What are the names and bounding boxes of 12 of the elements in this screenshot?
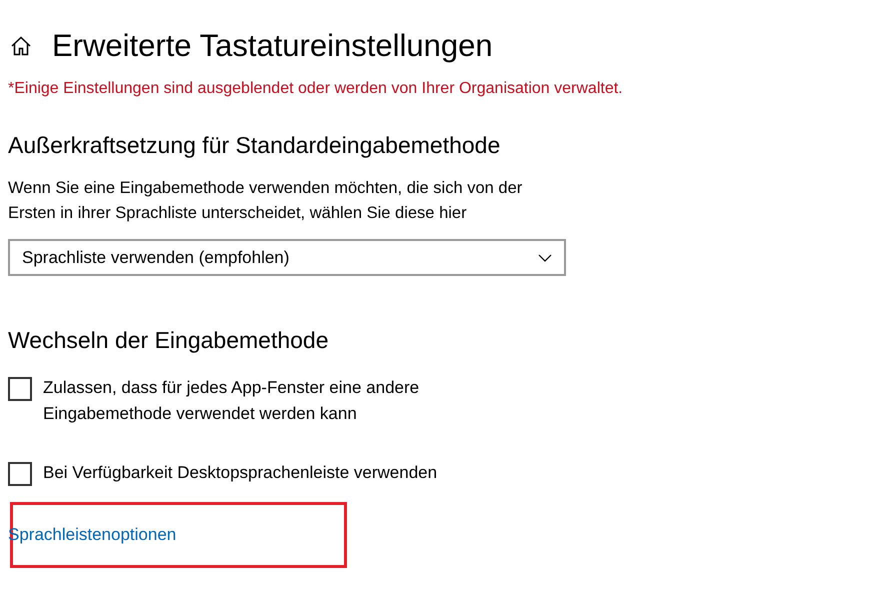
checkbox[interactable] xyxy=(8,377,32,401)
page-title: Erweiterte Tastatureinstellungen xyxy=(52,27,493,65)
home-icon[interactable] xyxy=(10,35,32,57)
chevron-down-icon xyxy=(538,254,552,262)
checkbox[interactable] xyxy=(8,462,32,486)
checkbox-label: Bei Verfügbarkeit Desktopsprachenleiste verwenden xyxy=(43,462,438,484)
section-heading: Wechseln der Eingabemethode xyxy=(8,326,330,355)
section-description: Wenn Sie eine Eingabemethode verwenden möchten, die sich von der Ersten in ihrer Sprachliste unterscheidet, wählen Sie diese hier xyxy=(8,178,524,224)
section-heading: Außerkraftsetzung für Standardeingabemethode xyxy=(8,131,502,160)
policy-notice: *Einige Einstellungen sind ausgeblendet oder werden von Ihrer Organisation verwaltet. xyxy=(8,79,624,99)
checkbox-label: Zulassen, dass für jedes App-Fenster eine andere Eingabemethode verwendet werden kann xyxy=(43,377,420,425)
input-method-dropdown[interactable]: Sprachliste verwenden (empfohlen) xyxy=(8,239,566,276)
